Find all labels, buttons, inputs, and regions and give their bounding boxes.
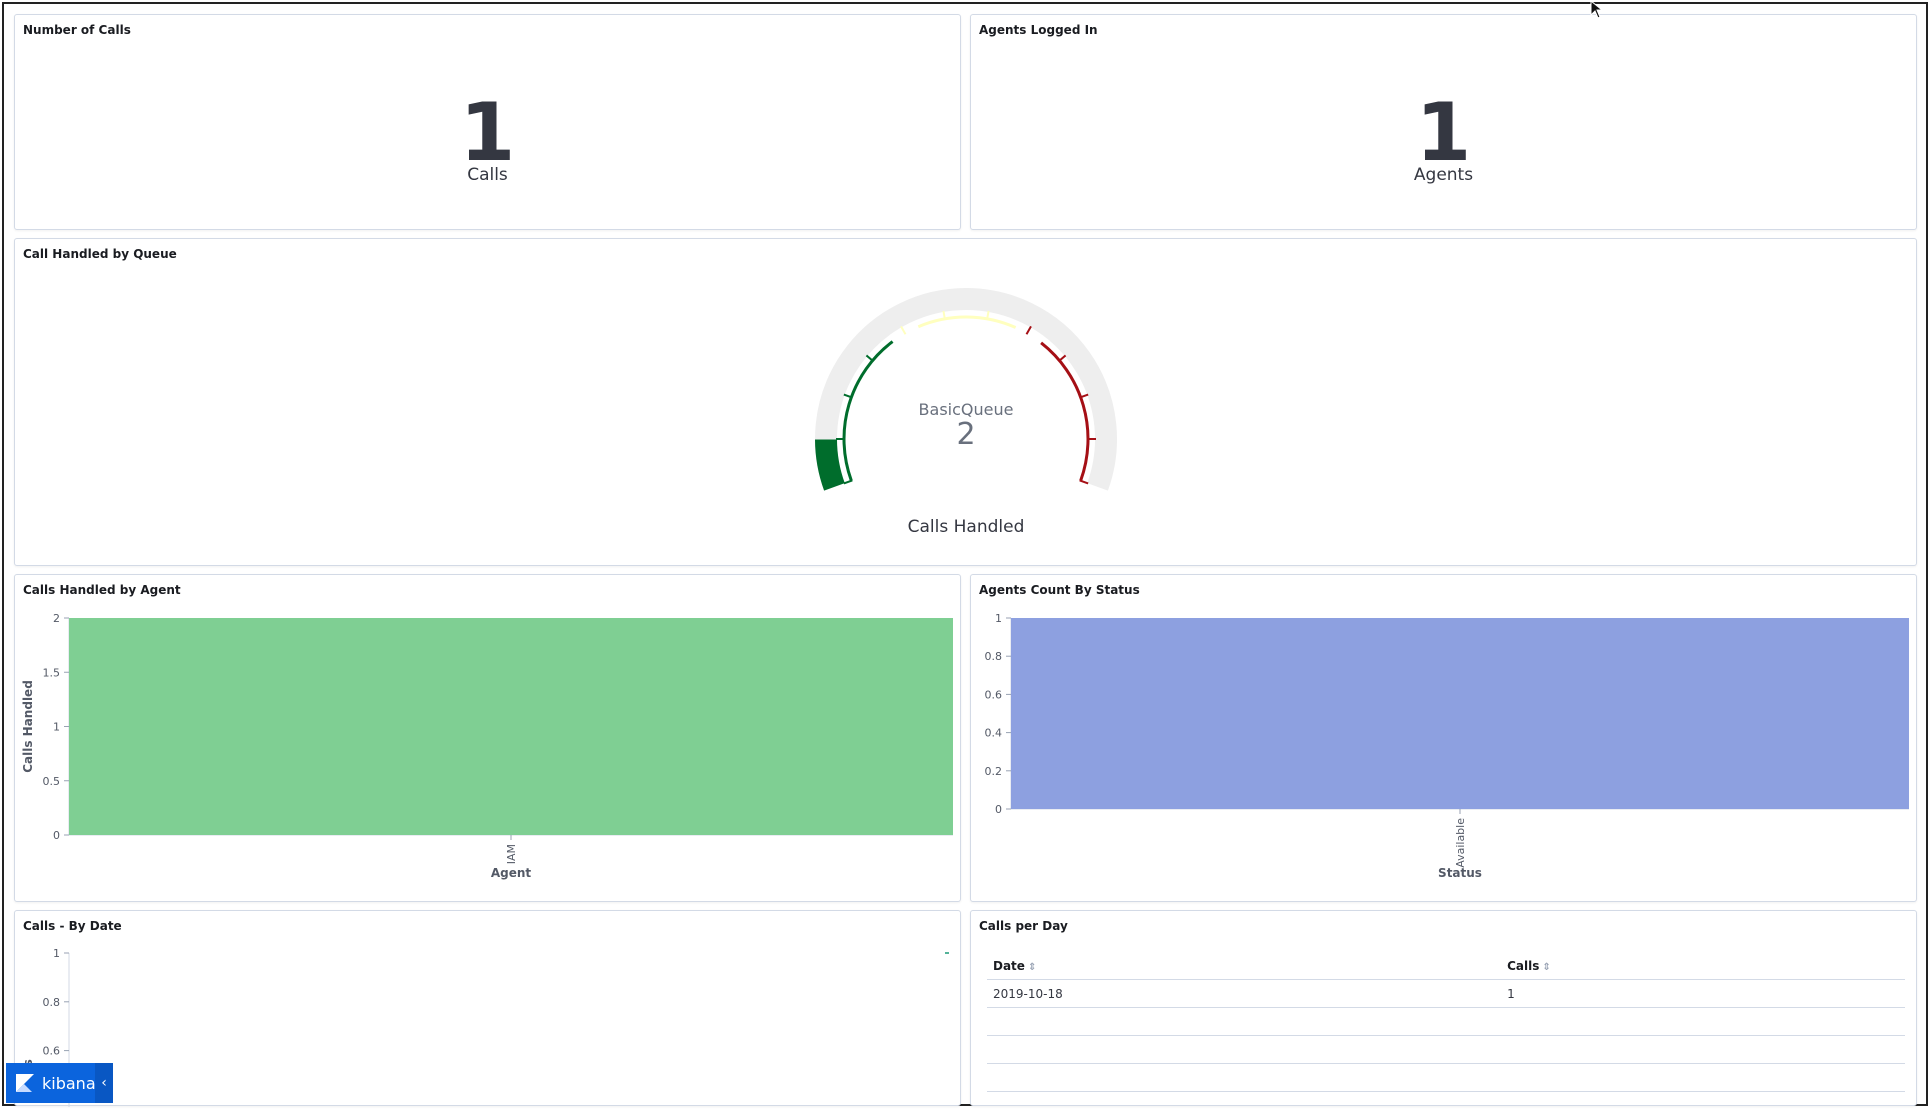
bar — [1011, 618, 1909, 809]
gauge-value-arc — [815, 439, 845, 491]
table-cell: 2019-10-18 — [987, 979, 1502, 1008]
gauge-tick — [865, 354, 874, 362]
bar — [69, 618, 953, 835]
gauge-tick — [900, 325, 907, 335]
date-line-chart: 0.60.81alls — [21, 947, 949, 1107]
metric-label: Agents — [1413, 165, 1474, 185]
y-tick-label: 0.6 — [985, 688, 1003, 701]
x-tick-label: IAM — [505, 844, 518, 864]
y-tick-label: 0 — [995, 803, 1002, 816]
y-tick-label: 0.6 — [43, 1045, 61, 1058]
gauge-label: Calls Handled — [908, 517, 1025, 537]
agent-bar-chart: 0 0.5 1 1.5 2 IAM Agent Calls Handled — [21, 612, 953, 880]
y-tick-label: 0.5 — [43, 775, 61, 788]
table-row-empty — [987, 1007, 1905, 1036]
gauge-value: 2 — [956, 417, 975, 452]
kibana-logo-icon — [16, 1074, 34, 1092]
call-handled-by-queue-panel: Call Handled by Queue BasicQueue 2 Calls… — [14, 238, 1917, 566]
panel-title: Calls per Day — [979, 919, 1068, 933]
gauge-tick — [1058, 354, 1067, 362]
y-tick-label: 1 — [995, 612, 1002, 625]
x-tick-label: Available — [1454, 818, 1467, 868]
x-axis-label: Status — [1438, 866, 1482, 880]
metric-value: 1 — [1415, 86, 1472, 179]
gauge-tick — [843, 479, 853, 485]
gauge-arcs — [815, 288, 1117, 491]
sort-icon[interactable]: ⇕ — [1028, 962, 1036, 973]
table-row-empty — [987, 1063, 1905, 1092]
agents-count-by-status-panel: Agents Count By Status 0 0.2 0.4 0.6 0.8 1 Ava… — [970, 574, 1917, 902]
status-bar-chart: 0 0.2 0.4 0.6 0.8 1 AvailableStatus — [985, 612, 1909, 880]
metric-value: 1 — [459, 86, 516, 179]
mouse-cursor-icon — [1590, 0, 1604, 19]
panel-title: Number of Calls — [23, 23, 131, 37]
table-cell: 1 — [1501, 979, 1905, 1008]
x-axis-label: Agent — [491, 866, 532, 880]
y-tick-label: 2 — [53, 612, 60, 625]
calls-per-day-table: Date ⇕ Calls ⇕ 2019-10-18 1 — [987, 953, 1905, 1092]
column-header-calls[interactable]: Calls ⇕ — [1501, 953, 1905, 980]
metric-label: Calls — [467, 165, 508, 185]
y-tick-label: 0.4 — [985, 727, 1003, 740]
kibana-label: kibana — [42, 1073, 96, 1093]
calls-by-date-panel: Calls - By Date 0.60.81alls — [14, 910, 961, 1107]
column-header-date[interactable]: Date ⇕ — [987, 953, 1502, 980]
queue-gauge: BasicQueue 2 Calls Handled — [815, 288, 1117, 537]
gauge-tick — [1079, 479, 1089, 485]
calls-per-day-panel: Calls per Day Date ⇕ Calls ⇕ 2019-10-18 1 — [970, 910, 1917, 1106]
y-axis-label: Calls Handled — [21, 680, 35, 773]
sort-icon[interactable]: ⇕ — [1542, 962, 1550, 973]
y-tick-label: 1 — [53, 721, 60, 734]
panel-title: Agents Logged In — [979, 23, 1098, 37]
y-tick-label: 0.8 — [43, 996, 61, 1009]
y-tick-label: 0.2 — [985, 765, 1003, 778]
y-tick-label: 0 — [53, 829, 60, 842]
gauge-tick — [1025, 325, 1032, 335]
agents-logged-in-panel: Agents Logged In 1 Agents — [970, 14, 1917, 230]
number-of-calls-panel: Number of Calls 1 Calls — [14, 14, 961, 230]
kibana-nav-toggle[interactable]: kibana ‹ — [6, 1063, 113, 1103]
calls-handled-by-agent-panel: Calls Handled by Agent 0 0.5 1 1.5 2 IAM Agent… — [14, 574, 961, 902]
table-row-empty — [987, 1035, 1905, 1064]
table-row: 2019-10-18 1 — [987, 979, 1905, 1008]
gauge-track — [815, 288, 1117, 491]
y-tick-label: 0.8 — [985, 650, 1003, 663]
y-tick-label: 1 — [53, 947, 60, 960]
chevron-left-icon[interactable]: ‹ — [95, 1063, 113, 1103]
gauge-range-yellow — [917, 315, 1017, 329]
y-tick-label: 1.5 — [43, 666, 61, 679]
